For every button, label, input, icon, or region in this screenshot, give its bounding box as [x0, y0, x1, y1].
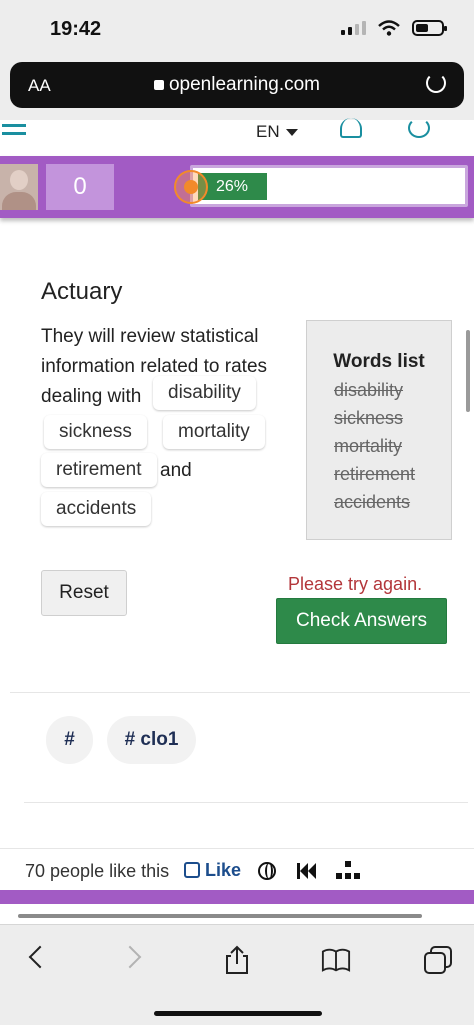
globe-icon[interactable]	[258, 862, 276, 880]
connector-text: and	[160, 460, 192, 481]
progress-bar: 26%	[190, 165, 468, 207]
progress-fill: 26%	[198, 173, 268, 200]
sitemap-icon[interactable]	[336, 861, 360, 881]
reset-button[interactable]: Reset	[41, 570, 127, 616]
wifi-icon	[378, 20, 400, 36]
forward-button	[118, 945, 150, 975]
status-icons	[341, 20, 447, 36]
chevron-right-icon	[118, 945, 142, 969]
url-text: openlearning.com	[168, 74, 321, 95]
word-list-item: accidents	[334, 492, 411, 512]
profile-icon[interactable]	[408, 118, 430, 138]
progress-marker-icon	[174, 170, 208, 204]
tag-hash[interactable]: #	[46, 716, 93, 764]
like-button[interactable]: Like	[184, 860, 241, 881]
like-label: Like	[205, 860, 242, 880]
activity-title: Actuary	[41, 278, 123, 305]
progress-strip: 0 26%	[0, 156, 474, 218]
tabs-icon[interactable]	[423, 945, 453, 975]
word-list-item: disability	[334, 380, 404, 400]
safari-toolbar	[0, 924, 474, 1025]
share-icon[interactable]	[222, 945, 252, 975]
words-list-title: Words list	[333, 351, 425, 372]
address-bar[interactable]: AA openlearning.com	[10, 62, 464, 108]
answer-chip-retirement[interactable]: retirement	[41, 453, 157, 487]
url-display[interactable]: openlearning.com	[10, 74, 464, 96]
answer-chip-disability[interactable]: disability	[153, 376, 256, 410]
back-button[interactable]	[24, 945, 54, 975]
chevron-left-icon	[28, 945, 52, 969]
likes-count: 70 people like this	[25, 861, 170, 881]
menu-icon[interactable]	[2, 124, 26, 140]
points-badge: 0	[46, 164, 114, 210]
word-list-item: sickness	[334, 408, 404, 428]
language-selector[interactable]: EN	[256, 122, 298, 142]
answer-chip-mortality[interactable]: mortality	[163, 415, 265, 449]
divider	[10, 692, 470, 693]
thumbs-up-icon	[184, 862, 200, 878]
rewind-icon[interactable]	[297, 863, 317, 879]
home-indicator	[154, 1011, 322, 1016]
check-answers-button[interactable]: Check Answers	[276, 598, 447, 644]
feedback-message: Please try again.	[288, 574, 423, 594]
word-list-item: mortality	[334, 436, 403, 456]
word-list-item: retirement	[334, 464, 416, 484]
horizontal-scrollbar	[18, 914, 422, 918]
site-header: EN	[0, 118, 474, 156]
lock-icon	[153, 80, 164, 90]
status-time: 19:42	[50, 18, 102, 40]
language-label: EN	[256, 122, 280, 141]
purple-footer-strip	[0, 890, 474, 904]
battery-icon	[412, 20, 447, 36]
answer-chip-accidents[interactable]: accidents	[41, 492, 152, 526]
browser-chrome: 19:42 AA openlearning.com	[0, 0, 474, 120]
reload-icon[interactable]	[426, 73, 446, 93]
scrollbar[interactable]	[466, 330, 470, 412]
answer-chip-sickness[interactable]: sickness	[44, 415, 147, 449]
signal-icon	[341, 21, 366, 35]
post-footer: 70 people like this Like	[0, 848, 474, 890]
bell-icon[interactable]	[340, 118, 362, 138]
words-list-panel: Words list disability sickness mortality…	[306, 320, 452, 540]
avatar[interactable]	[0, 164, 38, 210]
book-icon[interactable]	[321, 945, 351, 975]
tag-clo1[interactable]: # clo1	[107, 716, 196, 764]
caret-down-icon	[285, 129, 298, 137]
divider	[24, 802, 468, 803]
